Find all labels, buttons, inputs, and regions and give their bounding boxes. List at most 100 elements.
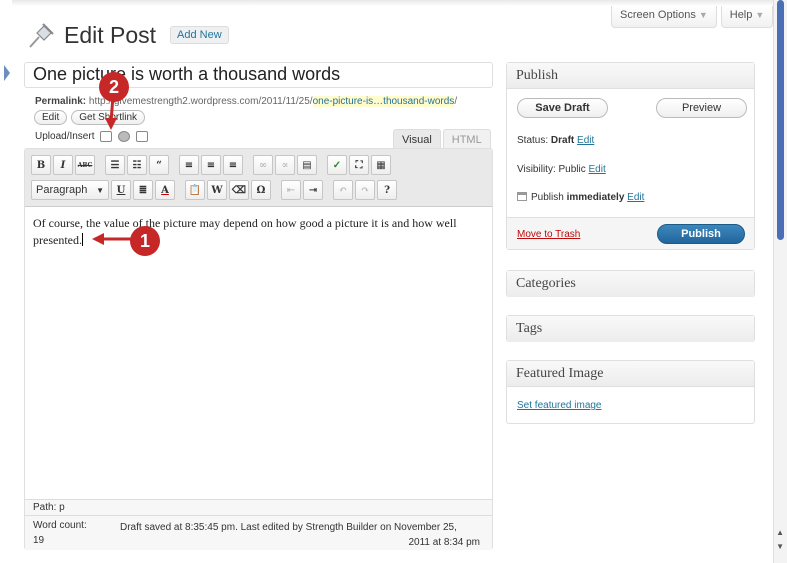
featured-image-heading[interactable]: Featured Image xyxy=(507,361,754,387)
help-button[interactable]: Help ▼ xyxy=(720,6,774,28)
permalink-buttons: Edit Get Shortlink xyxy=(34,110,146,125)
fullscreen-button[interactable]: ⛶ xyxy=(349,155,369,175)
visibility-line: Visibility: Public Edit xyxy=(517,164,606,175)
screen-options-label: Screen Options xyxy=(620,9,696,21)
chevron-down-icon: ▼ xyxy=(698,10,708,20)
tab-html[interactable]: HTML xyxy=(442,129,491,150)
permalink-row: Permalink: http://givemestrength2.wordpr… xyxy=(35,96,457,107)
paste-word-button[interactable]: W xyxy=(207,180,227,200)
featured-image-box: Featured Image Set featured image xyxy=(506,360,755,424)
word-count-label: Word count: xyxy=(33,520,87,531)
editor-tabs: Visual HTML xyxy=(393,129,491,150)
visibility-edit-link[interactable]: Edit xyxy=(589,164,606,175)
status-label: Status: xyxy=(517,135,551,146)
add-media-icon[interactable] xyxy=(118,131,131,142)
format-select[interactable]: Paragraph ▼ xyxy=(31,180,109,200)
format-select-value: Paragraph xyxy=(36,184,88,196)
help-label: Help xyxy=(729,9,753,21)
calendar-icon xyxy=(517,192,527,201)
upload-insert-row: Upload/Insert xyxy=(35,131,149,142)
callout-badge-1: 1 xyxy=(130,226,160,256)
add-video-icon[interactable] xyxy=(136,131,149,142)
add-image-icon[interactable] xyxy=(100,131,113,142)
blockquote-button[interactable]: “ xyxy=(149,155,169,175)
remove-format-button[interactable]: ⌫ xyxy=(229,180,249,200)
outdent-button[interactable]: ⇤ xyxy=(281,180,301,200)
status-edit-link[interactable]: Edit xyxy=(577,135,594,146)
permalink-slug[interactable]: one-picture-is…thousand-words xyxy=(312,96,455,107)
scrollbar-thumb[interactable] xyxy=(777,0,784,240)
permalink-label: Permalink: xyxy=(35,96,87,107)
publish-footer: Move to Trash Publish xyxy=(507,217,754,249)
editor-text: Of course, the value of the picture may … xyxy=(33,216,457,247)
paste-text-button[interactable]: 📋 xyxy=(185,180,205,200)
left-frame xyxy=(0,0,12,563)
text-color-button[interactable]: A xyxy=(155,180,175,200)
post-editor: B I ABC ☰ ☷ “ ≡ ≡ ≡ ∞ ∝ ▤ ✓ ⛶ ▦ Paragrap… xyxy=(24,148,493,550)
page-title: Edit Post xyxy=(64,21,157,48)
text-cursor xyxy=(81,233,83,246)
save-draft-button[interactable]: Save Draft xyxy=(517,98,608,118)
italic-button[interactable]: I xyxy=(53,155,73,175)
callout-badge-2: 2 xyxy=(99,72,129,102)
insert-link-button[interactable]: ∞ xyxy=(253,155,273,175)
window-scrollbar[interactable]: ▲ ▼ xyxy=(773,0,787,563)
preview-button[interactable]: Preview xyxy=(656,98,747,118)
underline-button[interactable]: U xyxy=(111,180,131,200)
publish-box-heading[interactable]: Publish xyxy=(507,63,754,89)
add-new-button[interactable]: Add New xyxy=(170,26,229,44)
redo-button[interactable]: ↷ xyxy=(355,180,375,200)
categories-heading[interactable]: Categories xyxy=(507,271,754,297)
pushpin-icon xyxy=(29,23,54,48)
set-featured-image-link[interactable]: Set featured image xyxy=(517,400,602,411)
post-title-input[interactable]: One picture is worth a thousand words xyxy=(24,62,493,88)
tags-box: Tags xyxy=(506,315,755,342)
editor-toolbar: B I ABC ☰ ☷ “ ≡ ≡ ≡ ∞ ∝ ▤ ✓ ⛶ ▦ Paragrap… xyxy=(25,149,492,207)
unlink-button[interactable]: ∝ xyxy=(275,155,295,175)
tags-heading[interactable]: Tags xyxy=(507,316,754,342)
strikethrough-button[interactable]: ABC xyxy=(75,155,95,175)
schedule-value: immediately xyxy=(566,192,625,203)
chevron-down-icon: ▼ xyxy=(96,185,104,195)
word-count-value: 19 xyxy=(33,535,45,546)
toolbar-row-2: Paragraph ▼ U ≣ A 📋 W ⌫ Ω ⇤ ⇥ ↶ ↷ ? xyxy=(31,180,397,200)
edit-permalink-button[interactable]: Edit xyxy=(34,110,68,125)
screen-meta-links: Screen Options ▼ Help ▼ xyxy=(611,6,774,28)
kitchen-sink-button[interactable]: ▦ xyxy=(371,155,391,175)
draft-saved-line2: 2011 at 8:34 pm xyxy=(408,537,480,548)
numbered-list-button[interactable]: ☷ xyxy=(127,155,147,175)
toolbar-row-1: B I ABC ☰ ☷ “ ≡ ≡ ≡ ∞ ∝ ▤ ✓ ⛶ ▦ xyxy=(31,155,391,175)
status-line: Status: Draft Edit xyxy=(517,135,594,146)
admin-menu-indicator xyxy=(4,65,10,81)
editor-path: Path: p xyxy=(25,499,492,515)
get-shortlink-button[interactable]: Get Shortlink xyxy=(71,110,146,125)
publish-box: Publish Save Draft Preview Status: Draft… xyxy=(506,62,755,250)
align-right-button[interactable]: ≡ xyxy=(223,155,243,175)
indent-button[interactable]: ⇥ xyxy=(303,180,323,200)
scroll-up-icon[interactable]: ▲ xyxy=(776,528,784,537)
schedule-edit-link[interactable]: Edit xyxy=(627,192,644,203)
spellcheck-button[interactable]: ✓ xyxy=(327,155,347,175)
draft-saved-status: Draft saved at 8:35:45 pm. Last edited b… xyxy=(120,520,480,550)
categories-box: Categories xyxy=(506,270,755,297)
visibility-label: Visibility: Public xyxy=(517,164,586,175)
chevron-down-icon: ▼ xyxy=(755,10,765,20)
schedule-label: Publish xyxy=(531,192,567,203)
special-char-button[interactable]: Ω xyxy=(251,180,271,200)
publish-button[interactable]: Publish xyxy=(657,224,745,244)
align-center-button[interactable]: ≡ xyxy=(201,155,221,175)
draft-saved-line1: Draft saved at 8:35:45 pm. Last edited b… xyxy=(120,522,457,533)
align-left-button[interactable]: ≡ xyxy=(179,155,199,175)
bullet-list-button[interactable]: ☰ xyxy=(105,155,125,175)
bold-button[interactable]: B xyxy=(31,155,51,175)
tab-visual[interactable]: Visual xyxy=(393,129,441,150)
screen-options-button[interactable]: Screen Options ▼ xyxy=(611,6,717,28)
publish-actions: Save Draft Preview xyxy=(517,98,747,118)
help-icon[interactable]: ? xyxy=(377,180,397,200)
scroll-down-icon[interactable]: ▼ xyxy=(776,542,784,551)
insert-more-button[interactable]: ▤ xyxy=(297,155,317,175)
justify-button[interactable]: ≣ xyxy=(133,180,153,200)
editor-content[interactable]: Of course, the value of the picture may … xyxy=(33,215,483,249)
undo-button[interactable]: ↶ xyxy=(333,180,353,200)
move-to-trash-link[interactable]: Move to Trash xyxy=(517,229,580,240)
